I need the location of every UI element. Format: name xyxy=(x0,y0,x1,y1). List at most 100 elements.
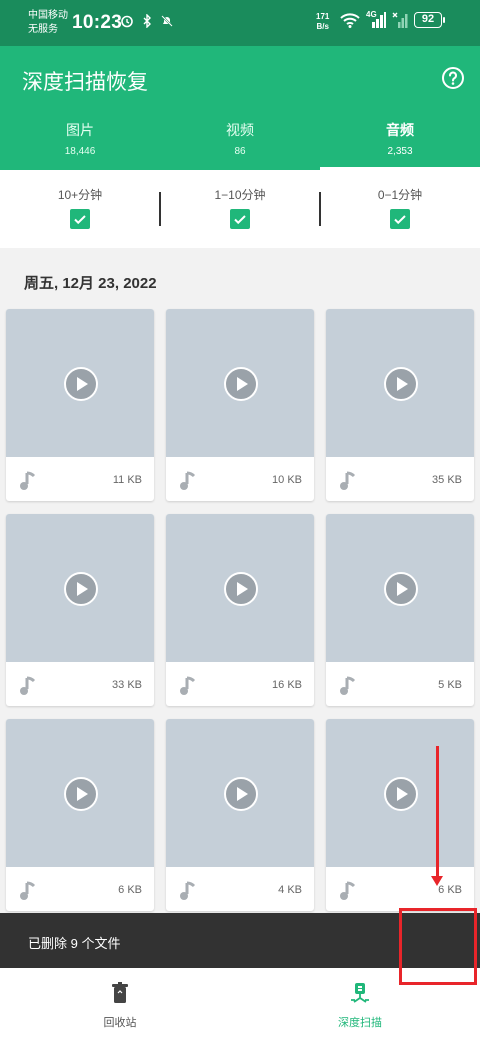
file-size: 10 KB xyxy=(272,474,302,486)
annotation-arrow-line xyxy=(436,746,439,880)
filter-label: 0−1分钟 xyxy=(377,188,423,202)
music-note-icon xyxy=(180,881,196,900)
play-icon[interactable] xyxy=(383,366,419,402)
audio-item[interactable]: 35 KB xyxy=(326,309,474,501)
page-title: 深度扫描恢复 xyxy=(22,71,148,94)
item-footer: 16 KB xyxy=(166,662,314,706)
audio-item[interactable]: 6 KB xyxy=(326,719,474,911)
item-thumbnail xyxy=(326,514,474,662)
trash-bin-icon xyxy=(112,982,128,1003)
audio-item[interactable]: 16 KB xyxy=(166,514,314,706)
play-icon[interactable] xyxy=(63,776,99,812)
tab-label: 音频 xyxy=(386,122,414,138)
filter-checkbox[interactable] xyxy=(230,209,250,229)
tab-label: 图片 xyxy=(66,122,94,138)
annotation-arrow-head xyxy=(431,876,443,886)
duration-filters: 10+分钟 1−10分钟 0−1分钟 xyxy=(0,170,480,248)
media-tabs: 图片 18,446 视频 86 音频 2,353 xyxy=(0,116,480,170)
item-footer: 6 KB xyxy=(6,867,154,911)
check-icon xyxy=(234,215,246,225)
alarm-icon xyxy=(121,15,133,28)
filter-checkbox[interactable] xyxy=(70,209,90,229)
tab-count: 2,353 xyxy=(387,146,413,157)
carrier-info: 中国移动 无服务 xyxy=(28,9,68,37)
file-size: 16 KB xyxy=(272,679,302,691)
filter-checkbox[interactable] xyxy=(390,209,410,229)
tab-label: 视频 xyxy=(226,122,254,138)
music-note-icon xyxy=(180,676,196,695)
play-icon[interactable] xyxy=(383,776,419,812)
nav-label: 深度扫描 xyxy=(338,1017,382,1029)
file-size: 11 KB xyxy=(112,474,142,486)
net-speed-unit: B/s xyxy=(316,22,329,31)
carrier-name: 中国移动 xyxy=(28,10,68,21)
wifi-icon xyxy=(340,13,360,28)
scanner-icon xyxy=(351,983,369,1003)
check-icon xyxy=(394,215,406,225)
net-speed-value: 171 xyxy=(316,12,330,21)
item-footer: 33 KB xyxy=(6,662,154,706)
snackbar-message: 已删除 9 个文件 xyxy=(28,936,121,951)
signal-icon xyxy=(372,12,386,28)
tab-count: 18,446 xyxy=(64,146,96,157)
nav-label: 回收站 xyxy=(103,1017,137,1029)
play-icon[interactable] xyxy=(63,571,99,607)
audio-item[interactable]: 6 KB xyxy=(6,719,154,911)
audio-item[interactable]: 5 KB xyxy=(326,514,474,706)
status-icons xyxy=(120,14,174,28)
status-bar: 中国移动 无服务 10:23 171 B/s 4G 92 xyxy=(0,0,480,46)
filter-divider xyxy=(159,192,161,226)
item-footer: 4 KB xyxy=(166,867,314,911)
music-note-icon xyxy=(20,881,36,900)
tab-count: 86 xyxy=(234,146,246,157)
item-thumbnail xyxy=(6,719,154,867)
item-thumbnail xyxy=(6,514,154,662)
carrier-status: 无服务 xyxy=(28,24,58,35)
tab-audio[interactable]: 音频 2,353 xyxy=(320,116,480,170)
audio-item[interactable]: 33 KB xyxy=(6,514,154,706)
no-signal-icon xyxy=(392,12,408,28)
audio-item[interactable]: 10 KB xyxy=(166,309,314,501)
music-note-icon xyxy=(340,471,356,490)
play-icon[interactable] xyxy=(223,776,259,812)
file-size: 6 KB xyxy=(118,884,142,896)
nav-recycle-bin[interactable]: 回收站 xyxy=(0,968,240,1040)
app-bar: 深度扫描恢复 图片 18,446 视频 86 音频 2,353 xyxy=(0,46,480,170)
bluetooth-icon xyxy=(143,14,151,28)
tab-videos[interactable]: 视频 86 xyxy=(160,116,320,170)
file-size: 5 KB xyxy=(438,679,462,691)
music-note-icon xyxy=(20,676,36,695)
audio-item[interactable]: 11 KB xyxy=(6,309,154,501)
net-speed: 171 B/s xyxy=(316,12,329,32)
filter-divider xyxy=(319,192,321,226)
item-thumbnail xyxy=(326,309,474,457)
filter-10plus-min[interactable]: 10+分钟 xyxy=(0,170,160,248)
file-size: 4 KB xyxy=(278,884,302,896)
item-thumbnail xyxy=(326,719,474,867)
play-icon[interactable] xyxy=(223,366,259,402)
play-icon[interactable] xyxy=(223,571,259,607)
play-icon[interactable] xyxy=(383,571,419,607)
help-circle-icon[interactable] xyxy=(441,66,465,90)
battery-indicator: 92 xyxy=(414,12,445,28)
music-note-icon xyxy=(340,676,356,695)
clock: 10:23 xyxy=(72,12,123,33)
filter-label: 10+分钟 xyxy=(57,188,103,202)
music-note-icon xyxy=(340,881,356,900)
play-icon[interactable] xyxy=(63,366,99,402)
item-thumbnail xyxy=(166,514,314,662)
item-footer: 10 KB xyxy=(166,457,314,501)
annotation-highlight-box xyxy=(399,908,477,985)
filter-1-10-min[interactable]: 1−10分钟 xyxy=(160,170,320,248)
audio-item[interactable]: 4 KB xyxy=(166,719,314,911)
filter-label: 1−10分钟 xyxy=(214,188,266,202)
signal-4g: 4G xyxy=(366,10,386,28)
mute-bell-icon xyxy=(161,15,173,27)
check-icon xyxy=(74,215,86,225)
item-footer: 6 KB xyxy=(326,867,474,911)
music-note-icon xyxy=(20,471,36,490)
tab-images[interactable]: 图片 18,446 xyxy=(0,116,160,170)
filter-0-1-min[interactable]: 0−1分钟 xyxy=(320,170,480,248)
file-size: 33 KB xyxy=(112,679,142,691)
item-thumbnail xyxy=(166,719,314,867)
